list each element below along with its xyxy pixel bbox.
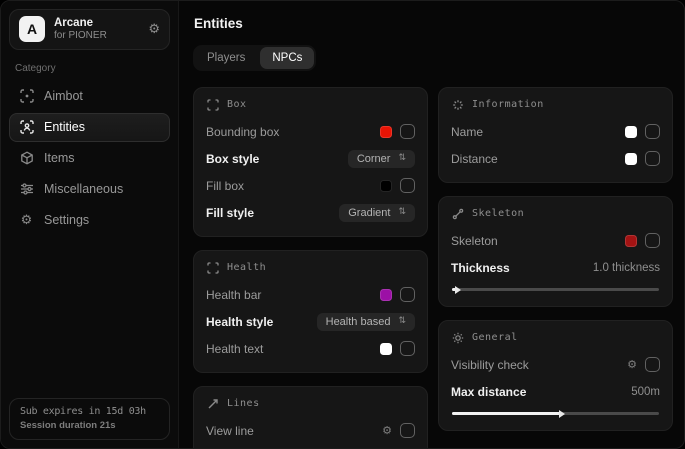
setting-row-view-line: View line ⚙	[206, 419, 415, 442]
setting-row-line-to-enemy: Line to enemy ⚙	[206, 446, 415, 448]
card-title: Lines	[227, 398, 260, 409]
sidebar: A Arcane for PIONER ⚙ Category Aimbot	[1, 1, 179, 448]
corner-brackets-icon	[206, 261, 219, 274]
max-distance-value: 500m	[631, 386, 660, 398]
health-card: Health Health bar Health style Health ba…	[193, 250, 428, 373]
entities-icon	[19, 120, 34, 135]
setting-row-visibility-check: Visibility check ⚙	[451, 353, 660, 376]
sun-icon	[451, 331, 464, 344]
max-distance-slider[interactable]	[452, 412, 659, 415]
color-swatch[interactable]	[380, 180, 392, 192]
unfold-icon: ⇅	[398, 208, 406, 217]
bounding-box-checkbox[interactable]	[400, 124, 415, 139]
bone-icon	[451, 207, 464, 220]
health-text-checkbox[interactable]	[400, 341, 415, 356]
sidebar-item-label: Entities	[44, 120, 85, 134]
box-card: Box Bounding box Box style Corner ⇅	[193, 87, 428, 237]
unfold-icon: ⇅	[398, 317, 406, 326]
sliders-icon	[19, 182, 34, 197]
name-checkbox[interactable]	[645, 124, 660, 139]
info-icon	[451, 98, 464, 111]
sidebar-item-label: Items	[44, 151, 75, 165]
sidebar-item-items[interactable]: Items	[9, 144, 170, 173]
corner-brackets-icon	[206, 98, 219, 111]
setting-row-distance: Distance	[451, 147, 660, 170]
diagonal-line-icon	[206, 397, 219, 410]
sidebar-item-aimbot[interactable]: Aimbot	[9, 82, 170, 111]
gear-icon: ⚙	[19, 213, 34, 228]
skeleton-card: Skeleton Skeleton Thickness 1.0 thicknes…	[438, 196, 673, 307]
card-title: Health	[227, 262, 266, 273]
visibility-check-checkbox[interactable]	[645, 357, 660, 372]
sidebar-nav: Aimbot Entities Items	[9, 82, 170, 235]
distance-checkbox[interactable]	[645, 151, 660, 166]
tab-bar: Players NPCs	[193, 45, 316, 71]
crosshair-icon	[19, 89, 34, 104]
setting-row-fill-style: Fill style Gradient ⇅	[206, 201, 415, 224]
color-swatch[interactable]	[380, 343, 392, 355]
card-title: Skeleton	[472, 208, 524, 219]
category-label: Category	[15, 63, 164, 74]
sidebar-item-label: Settings	[44, 213, 89, 227]
tab-npcs[interactable]: NPCs	[260, 47, 314, 69]
box-style-select[interactable]: Corner ⇅	[348, 150, 415, 168]
session-duration-text: Session duration 21s	[20, 420, 159, 431]
setting-row-skeleton: Skeleton	[451, 229, 660, 252]
general-card: General Visibility check ⚙ Max distance …	[438, 320, 673, 431]
subscription-card: Sub expires in 15d 03h Session duration …	[9, 398, 170, 440]
gear-icon[interactable]: ⚙	[148, 22, 160, 37]
setting-row-fill-box: Fill box	[206, 174, 415, 197]
gear-icon[interactable]: ⚙	[382, 425, 392, 436]
card-title: Box	[227, 99, 247, 110]
card-title: Information	[472, 99, 544, 110]
fill-style-select[interactable]: Gradient ⇅	[339, 204, 415, 222]
thickness-slider[interactable]	[452, 288, 659, 291]
tab-players[interactable]: Players	[195, 47, 257, 69]
card-title: General	[472, 332, 518, 343]
fill-box-checkbox[interactable]	[400, 178, 415, 193]
setting-row-bounding-box: Bounding box	[206, 120, 415, 143]
setting-row-thickness: Thickness 1.0 thickness	[451, 256, 660, 279]
setting-row-box-style: Box style Corner ⇅	[206, 147, 415, 170]
app-name: Arcane	[54, 16, 139, 30]
lines-card: Lines View line ⚙ Line to enemy ⚙	[193, 386, 428, 448]
color-swatch[interactable]	[625, 126, 637, 138]
color-swatch[interactable]	[380, 126, 392, 138]
sub-expires-text: Sub expires in 15d 03h	[20, 406, 159, 417]
gear-icon[interactable]: ⚙	[627, 359, 637, 370]
setting-row-name: Name	[451, 120, 660, 143]
sidebar-item-label: Miscellaneous	[44, 182, 123, 196]
health-bar-checkbox[interactable]	[400, 287, 415, 302]
health-style-select[interactable]: Health based ⇅	[317, 313, 415, 331]
sidebar-item-label: Aimbot	[44, 89, 83, 103]
skeleton-checkbox[interactable]	[645, 233, 660, 248]
setting-row-health-style: Health style Health based ⇅	[206, 310, 415, 333]
sidebar-item-entities[interactable]: Entities	[9, 113, 170, 142]
sidebar-item-miscellaneous[interactable]: Miscellaneous	[9, 175, 170, 204]
brand-card: A Arcane for PIONER ⚙	[9, 9, 170, 50]
information-card: Information Name Distance	[438, 87, 673, 183]
color-swatch[interactable]	[625, 235, 637, 247]
view-line-checkbox[interactable]	[400, 423, 415, 438]
color-swatch[interactable]	[625, 153, 637, 165]
cube-icon	[19, 151, 34, 166]
app-subtitle: for PIONER	[54, 30, 139, 43]
sidebar-item-settings[interactable]: ⚙ Settings	[9, 206, 170, 235]
slider-thumb[interactable]	[455, 286, 461, 294]
slider-thumb[interactable]	[559, 410, 565, 418]
setting-row-max-distance: Max distance 500m	[451, 380, 660, 403]
setting-row-health-bar: Health bar	[206, 283, 415, 306]
page-title: Entities	[194, 16, 673, 31]
app-logo: A	[19, 16, 45, 42]
unfold-icon: ⇅	[398, 154, 406, 163]
app-window: A Arcane for PIONER ⚙ Category Aimbot	[0, 0, 685, 449]
color-swatch[interactable]	[380, 289, 392, 301]
thickness-value: 1.0 thickness	[593, 262, 660, 274]
setting-row-health-text: Health text	[206, 337, 415, 360]
main-content: Entities Players NPCs Box	[179, 1, 684, 448]
